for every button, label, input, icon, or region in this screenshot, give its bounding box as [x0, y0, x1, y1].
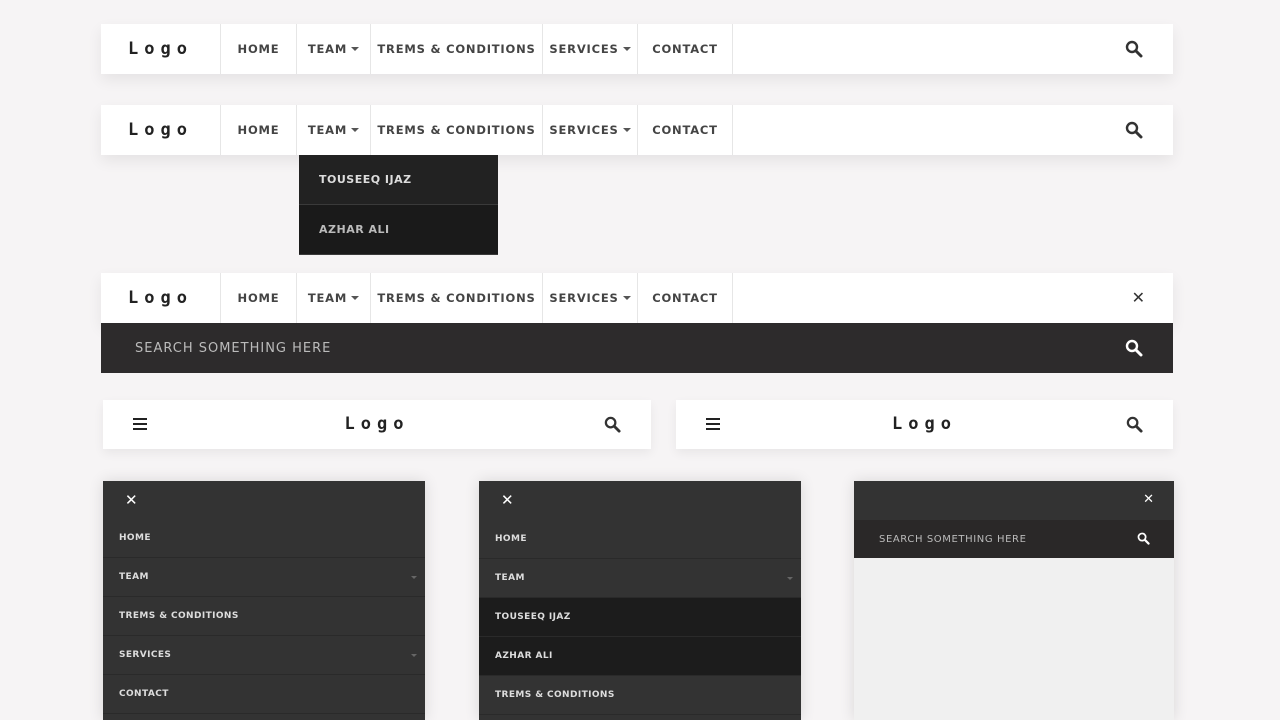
menu-item-terms[interactable]: TREMS & CONDITIONS	[479, 676, 801, 715]
caret-down-icon	[351, 128, 360, 132]
menu-item-team[interactable]: TEAM	[103, 558, 425, 597]
caret-down-icon	[411, 654, 417, 657]
logo[interactable]: Logo	[101, 105, 221, 155]
menu-item-home[interactable]: HOME	[479, 520, 801, 559]
menu-label: TEAM	[119, 572, 149, 582]
close-icon[interactable]: ✕	[1132, 288, 1145, 307]
nav-services-label: SERVICES	[549, 291, 619, 305]
search-icon[interactable]	[1125, 40, 1143, 58]
mobile-search-panel: ✕ SEARCH SOMETHING HERE	[854, 481, 1174, 720]
menu-item-services[interactable]: SERVICES	[103, 636, 425, 675]
search-icon[interactable]	[1126, 416, 1143, 433]
nav-team-label: TEAM	[307, 42, 348, 56]
submenu-item[interactable]: TOUSEEQ IJAZ	[479, 598, 801, 637]
team-dropdown: TOUSEEQ IJAZ AZHAR ALI	[299, 155, 498, 255]
search-icon[interactable]	[604, 416, 621, 433]
navbar-default: Logo HOME TEAM TREMS & CONDITIONS SERVIC…	[101, 24, 1173, 74]
nav-team[interactable]: TEAM	[297, 273, 371, 323]
logo[interactable]: Logo	[103, 414, 651, 434]
close-icon[interactable]: ✕	[125, 491, 138, 509]
navbar-search-open: Logo HOME TEAM TREMS & CONDITIONS SERVIC…	[101, 273, 1173, 323]
nav-terms[interactable]: TREMS & CONDITIONS	[371, 105, 543, 155]
search-icon[interactable]	[1125, 121, 1143, 139]
close-icon[interactable]: ✕	[1143, 492, 1154, 507]
nav-services[interactable]: SERVICES	[543, 273, 638, 323]
mobile-navbar: Logo	[676, 400, 1173, 449]
nav-services[interactable]: SERVICES	[543, 105, 638, 155]
search-icon[interactable]	[1125, 339, 1143, 357]
close-icon[interactable]: ✕	[501, 491, 514, 509]
nav-contact[interactable]: CONTACT	[638, 24, 733, 74]
mobile-menu-expanded: ✕ HOME TEAM TOUSEEQ IJAZ AZHAR ALI TREMS…	[479, 481, 801, 720]
mobile-menu: ✕ HOME TEAM TREMS & CONDITIONS SERVICES …	[103, 481, 425, 720]
nav-contact[interactable]: CONTACT	[638, 105, 733, 155]
menu-item-team[interactable]: TEAM	[479, 559, 801, 598]
logo[interactable]: Logo	[101, 24, 221, 74]
search-input[interactable]: SEARCH SOMETHING HERE	[101, 323, 1173, 373]
nav-team-label: TEAM	[307, 123, 348, 137]
search-placeholder: SEARCH SOMETHING HERE	[135, 340, 332, 356]
caret-down-icon	[622, 47, 631, 51]
navbar-dropdown-open: Logo HOME TEAM TREMS & CONDITIONS SERVIC…	[101, 105, 1173, 155]
search-input[interactable]: SEARCH SOMETHING HERE	[854, 520, 1174, 558]
caret-down-icon	[787, 577, 793, 580]
logo[interactable]: Logo	[101, 273, 221, 323]
nav-terms[interactable]: TREMS & CONDITIONS	[371, 24, 543, 74]
nav-services-label: SERVICES	[549, 42, 619, 56]
menu-label: SERVICES	[119, 650, 172, 660]
caret-down-icon	[411, 576, 417, 579]
nav-home[interactable]: HOME	[221, 24, 297, 74]
nav-terms[interactable]: TREMS & CONDITIONS	[371, 273, 543, 323]
nav-home[interactable]: HOME	[221, 273, 297, 323]
nav-team-label: TEAM	[307, 291, 348, 305]
nav-services-label: SERVICES	[549, 123, 619, 137]
nav-home[interactable]: HOME	[221, 105, 297, 155]
nav-team[interactable]: TEAM	[297, 24, 371, 74]
mobile-navbar: Logo	[103, 400, 651, 449]
logo[interactable]: Logo	[676, 414, 1173, 434]
dropdown-item[interactable]: TOUSEEQ IJAZ	[299, 155, 498, 205]
caret-down-icon	[622, 128, 631, 132]
menu-item-terms[interactable]: TREMS & CONDITIONS	[103, 597, 425, 636]
nav-services[interactable]: SERVICES	[543, 24, 638, 74]
dropdown-item[interactable]: AZHAR ALI	[299, 205, 498, 255]
caret-down-icon	[351, 47, 360, 51]
search-placeholder: SEARCH SOMETHING HERE	[879, 533, 1027, 545]
search-icon[interactable]	[1137, 532, 1150, 545]
nav-contact[interactable]: CONTACT	[638, 273, 733, 323]
submenu-item[interactable]: AZHAR ALI	[479, 637, 801, 676]
menu-label: TEAM	[495, 573, 525, 583]
nav-team[interactable]: TEAM	[297, 105, 371, 155]
menu-item-contact[interactable]: CONTACT	[103, 675, 425, 714]
caret-down-icon	[622, 296, 631, 300]
menu-item-home[interactable]: HOME	[103, 519, 425, 558]
caret-down-icon	[351, 296, 360, 300]
